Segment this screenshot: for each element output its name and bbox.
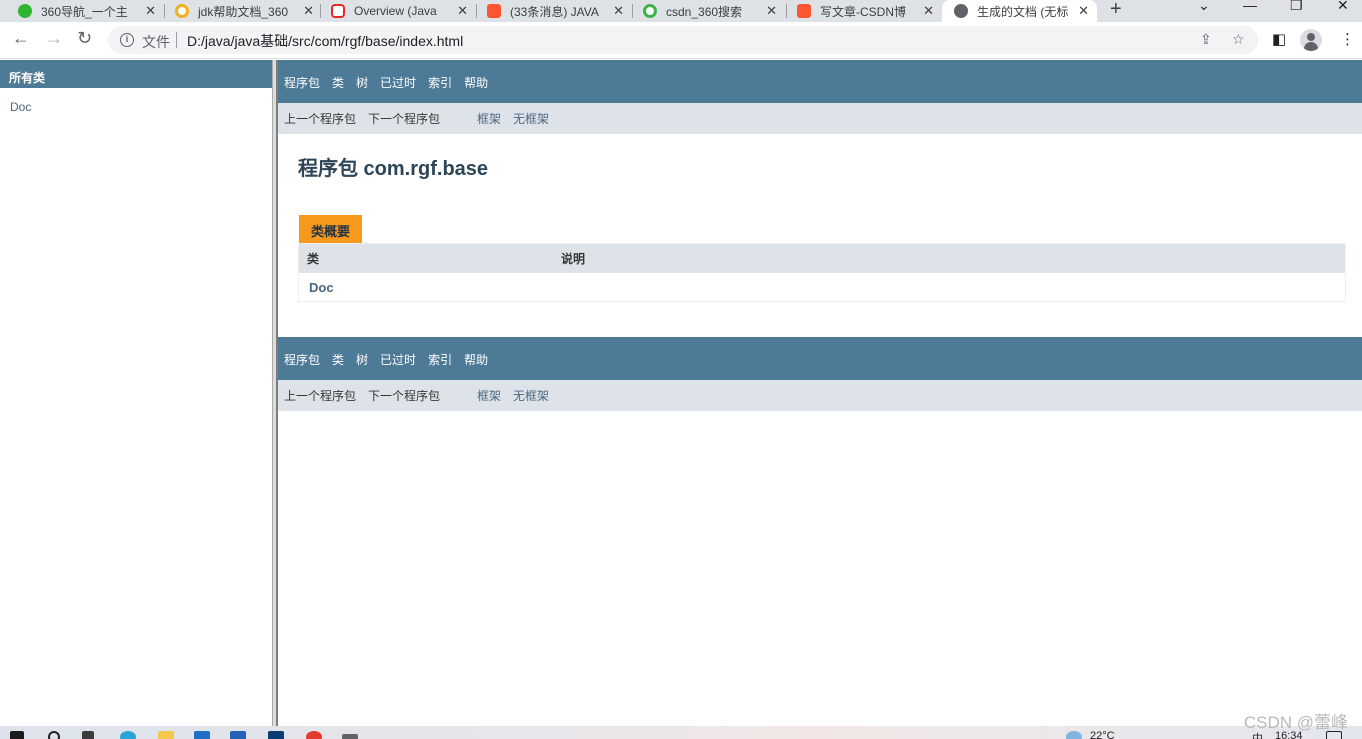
close-tab-icon[interactable]: ✕ xyxy=(613,3,624,19)
url-text[interactable]: D:/java/java基础/src/com/rgf/base/index.ht… xyxy=(187,31,463,51)
close-window-icon[interactable]: ✕ xyxy=(1337,0,1349,14)
csdn-favicon-icon xyxy=(487,4,501,18)
prev-package: 上一个程序包 xyxy=(284,389,357,403)
search-favicon-icon xyxy=(175,4,189,18)
bookmark-star-icon[interactable]: ☆ xyxy=(1232,31,1245,48)
close-tab-icon[interactable]: ✕ xyxy=(766,3,777,19)
profile-avatar-icon[interactable] xyxy=(1300,29,1322,51)
vpn-shield-icon[interactable] xyxy=(230,731,246,739)
store-icon[interactable] xyxy=(194,731,210,739)
site-favicon-icon xyxy=(18,4,32,18)
top-nav-bar: 程序包 类 树 已过时 索引 帮助 xyxy=(278,60,1362,103)
tab-title: 生成的文档 (无标 xyxy=(977,4,1069,19)
ide-icon[interactable] xyxy=(268,731,284,739)
browser-tab[interactable]: csdn_360搜索 ✕ xyxy=(625,0,785,22)
nav-index[interactable]: 索引 xyxy=(428,351,452,368)
prev-package: 上一个程序包 xyxy=(284,112,357,126)
scheme-label: 文件 xyxy=(142,34,170,50)
back-icon[interactable]: ← xyxy=(12,28,30,49)
search-icon[interactable] xyxy=(48,731,60,739)
browser-tab[interactable]: Overview (Java ✕ xyxy=(313,0,476,22)
table-header: 类 说明 xyxy=(299,244,1345,273)
restore-icon[interactable]: ❐ xyxy=(1290,0,1303,14)
package-frame: 程序包 类 树 已过时 索引 帮助 上一个程序包 下一个程序包 框架 无框架 程… xyxy=(278,60,1362,726)
close-tab-icon[interactable]: ✕ xyxy=(1078,3,1089,19)
new-tab-icon[interactable]: + xyxy=(1110,0,1122,21)
frames-link[interactable]: 框架 xyxy=(477,387,501,404)
close-tab-icon[interactable]: ✕ xyxy=(145,3,156,19)
close-tab-icon[interactable]: ✕ xyxy=(457,3,468,19)
tab-title: 360导航_一个主 xyxy=(41,4,128,19)
oracle-favicon-icon xyxy=(331,4,345,18)
no-frames-link[interactable]: 无框架 xyxy=(513,387,549,404)
info-icon[interactable]: i xyxy=(120,33,134,47)
browser-tab-strip: 360导航_一个主 ✕ jdk帮助文档_360 ✕ Overview (Java… xyxy=(0,0,1362,22)
menu-kebab-icon[interactable]: ⋮ xyxy=(1340,30,1355,48)
nav-deprecated[interactable]: 已过时 xyxy=(380,351,416,368)
browser-toolbar: ← → ↻ i 文件 D:/java/java基础/src/com/rgf/ba… xyxy=(0,22,1362,59)
weather-icon[interactable] xyxy=(1066,731,1082,739)
address-divider xyxy=(176,32,177,48)
nav-help[interactable]: 帮助 xyxy=(464,74,488,91)
tab-title: (33条消息) JAVA xyxy=(510,4,599,19)
browser-tab-active[interactable]: 生成的文档 (无标 ✕ xyxy=(942,0,1097,22)
nav-class[interactable]: 类 xyxy=(332,74,344,91)
top-sub-nav: 上一个程序包 下一个程序包 框架 无框架 xyxy=(278,103,1362,134)
close-tab-icon[interactable]: ✕ xyxy=(923,3,934,19)
all-classes-heading: 所有类 xyxy=(0,60,272,88)
tab-title: jdk帮助文档_360 xyxy=(198,4,289,19)
bottom-nav-bar: 程序包 类 树 已过时 索引 帮助 xyxy=(278,337,1362,380)
bottom-sub-nav: 上一个程序包 下一个程序包 框架 无框架 xyxy=(278,380,1362,411)
browser-tab[interactable]: 写文章-CSDN博 ✕ xyxy=(779,0,942,22)
windows-taskbar: 22°C 中 16:34 xyxy=(0,726,1362,739)
edge-browser-icon[interactable] xyxy=(120,731,136,739)
class-summary-table: 类 说明 Doc xyxy=(298,243,1346,302)
class-link-doc[interactable]: Doc xyxy=(0,88,272,114)
minimize-icon[interactable]: — xyxy=(1243,0,1257,13)
frames-link[interactable]: 框架 xyxy=(477,110,501,127)
nav-help[interactable]: 帮助 xyxy=(464,351,488,368)
nav-tree[interactable]: 树 xyxy=(356,74,368,91)
tab-title: Overview (Java xyxy=(354,4,437,18)
no-frames-link[interactable]: 无框架 xyxy=(513,110,549,127)
csdn-watermark: CSDN @蕾峰 xyxy=(1243,713,1348,732)
weather-temperature[interactable]: 22°C xyxy=(1090,730,1115,739)
nav-package[interactable]: 程序包 xyxy=(284,74,320,91)
col-class-header: 类 xyxy=(307,252,320,266)
browser-app-icon[interactable] xyxy=(306,731,322,739)
nav-class[interactable]: 类 xyxy=(332,351,344,368)
all-classes-frame: 所有类 Doc xyxy=(0,60,272,726)
nav-index[interactable]: 索引 xyxy=(428,74,452,91)
next-package: 下一个程序包 xyxy=(368,389,441,403)
next-package: 下一个程序包 xyxy=(368,112,441,126)
class-link-doc[interactable]: Doc xyxy=(299,280,561,295)
tab-title: csdn_360搜索 xyxy=(666,4,743,19)
nav-deprecated[interactable]: 已过时 xyxy=(380,74,416,91)
reload-icon[interactable]: ↻ xyxy=(77,28,92,49)
browser-tab[interactable]: (33条消息) JAVA ✕ xyxy=(469,0,632,22)
forward-icon[interactable]: → xyxy=(45,28,63,49)
file-explorer-icon[interactable] xyxy=(158,731,174,739)
class-summary-caption: 类概要 xyxy=(299,215,363,243)
windows-start-icon[interactable] xyxy=(10,731,24,739)
page-title: 程序包 com.rgf.base xyxy=(298,158,489,180)
browser-tab[interactable]: jdk帮助文档_360 ✕ xyxy=(157,0,322,22)
table-row: Doc xyxy=(299,273,1345,301)
csdn-favicon-icon xyxy=(797,4,811,18)
search-favicon-icon xyxy=(643,4,657,18)
browser-tab[interactable]: 360导航_一个主 ✕ xyxy=(0,0,164,22)
side-panel-icon[interactable]: ◧ xyxy=(1272,30,1286,48)
nav-package[interactable]: 程序包 xyxy=(284,351,320,368)
tab-title: 写文章-CSDN博 xyxy=(820,4,906,19)
address-bar[interactable]: i 文件 D:/java/java基础/src/com/rgf/base/ind… xyxy=(108,26,1258,54)
nav-tree[interactable]: 树 xyxy=(356,351,368,368)
col-desc-header: 说明 xyxy=(561,252,586,266)
tab-search-icon[interactable]: ⌄ xyxy=(1198,0,1210,14)
task-view-icon[interactable] xyxy=(82,731,94,739)
globe-icon xyxy=(954,4,968,18)
share-icon[interactable]: ⇪ xyxy=(1200,31,1212,48)
keyboard-icon[interactable] xyxy=(342,734,358,739)
